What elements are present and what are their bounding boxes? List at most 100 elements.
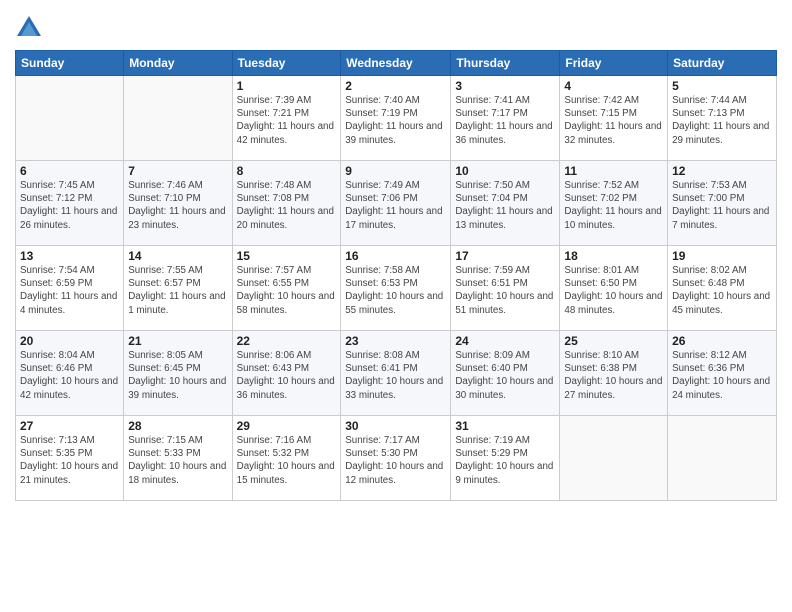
day-info: Sunrise: 8:08 AMSunset: 6:41 PMDaylight:…: [345, 349, 446, 402]
day-info: Sunrise: 8:10 AMSunset: 6:38 PMDaylight:…: [564, 349, 663, 402]
day-number: 14: [128, 249, 227, 263]
weekday-header-saturday: Saturday: [668, 51, 777, 76]
day-number: 23: [345, 334, 446, 348]
weekday-header-row: SundayMondayTuesdayWednesdayThursdayFrid…: [16, 51, 777, 76]
week-row-2: 6Sunrise: 7:45 AMSunset: 7:12 PMDaylight…: [16, 161, 777, 246]
calendar-cell: 13Sunrise: 7:54 AMSunset: 6:59 PMDayligh…: [16, 246, 124, 331]
day-info: Sunrise: 7:41 AMSunset: 7:17 PMDaylight:…: [455, 94, 555, 147]
week-row-3: 13Sunrise: 7:54 AMSunset: 6:59 PMDayligh…: [16, 246, 777, 331]
day-info: Sunrise: 7:57 AMSunset: 6:55 PMDaylight:…: [237, 264, 337, 317]
day-number: 9: [345, 164, 446, 178]
day-number: 11: [564, 164, 663, 178]
calendar-cell: 20Sunrise: 8:04 AMSunset: 6:46 PMDayligh…: [16, 331, 124, 416]
day-info: Sunrise: 7:45 AMSunset: 7:12 PMDaylight:…: [20, 179, 119, 232]
calendar-cell: 23Sunrise: 8:08 AMSunset: 6:41 PMDayligh…: [341, 331, 451, 416]
calendar-cell: 26Sunrise: 8:12 AMSunset: 6:36 PMDayligh…: [668, 331, 777, 416]
day-info: Sunrise: 7:48 AMSunset: 7:08 PMDaylight:…: [237, 179, 337, 232]
day-info: Sunrise: 7:42 AMSunset: 7:15 PMDaylight:…: [564, 94, 663, 147]
weekday-header-tuesday: Tuesday: [232, 51, 341, 76]
day-number: 3: [455, 79, 555, 93]
weekday-header-thursday: Thursday: [451, 51, 560, 76]
day-number: 24: [455, 334, 555, 348]
day-number: 18: [564, 249, 663, 263]
day-info: Sunrise: 7:49 AMSunset: 7:06 PMDaylight:…: [345, 179, 446, 232]
calendar-cell: [668, 416, 777, 501]
day-info: Sunrise: 8:09 AMSunset: 6:40 PMDaylight:…: [455, 349, 555, 402]
day-info: Sunrise: 7:39 AMSunset: 7:21 PMDaylight:…: [237, 94, 337, 147]
day-number: 2: [345, 79, 446, 93]
day-info: Sunrise: 7:55 AMSunset: 6:57 PMDaylight:…: [128, 264, 227, 317]
day-info: Sunrise: 7:13 AMSunset: 5:35 PMDaylight:…: [20, 434, 119, 487]
calendar-cell: 11Sunrise: 7:52 AMSunset: 7:02 PMDayligh…: [560, 161, 668, 246]
day-number: 5: [672, 79, 772, 93]
main-container: SundayMondayTuesdayWednesdayThursdayFrid…: [0, 0, 792, 511]
day-info: Sunrise: 7:40 AMSunset: 7:19 PMDaylight:…: [345, 94, 446, 147]
calendar-cell: 7Sunrise: 7:46 AMSunset: 7:10 PMDaylight…: [124, 161, 232, 246]
calendar-cell: 9Sunrise: 7:49 AMSunset: 7:06 PMDaylight…: [341, 161, 451, 246]
day-info: Sunrise: 7:53 AMSunset: 7:00 PMDaylight:…: [672, 179, 772, 232]
calendar-cell: 12Sunrise: 7:53 AMSunset: 7:00 PMDayligh…: [668, 161, 777, 246]
week-row-1: 1Sunrise: 7:39 AMSunset: 7:21 PMDaylight…: [16, 76, 777, 161]
calendar-table: SundayMondayTuesdayWednesdayThursdayFrid…: [15, 50, 777, 501]
calendar-cell: [16, 76, 124, 161]
day-info: Sunrise: 8:02 AMSunset: 6:48 PMDaylight:…: [672, 264, 772, 317]
calendar-cell: 14Sunrise: 7:55 AMSunset: 6:57 PMDayligh…: [124, 246, 232, 331]
day-info: Sunrise: 7:46 AMSunset: 7:10 PMDaylight:…: [128, 179, 227, 232]
day-info: Sunrise: 7:59 AMSunset: 6:51 PMDaylight:…: [455, 264, 555, 317]
header: [15, 10, 777, 42]
weekday-header-wednesday: Wednesday: [341, 51, 451, 76]
day-number: 15: [237, 249, 337, 263]
week-row-4: 20Sunrise: 8:04 AMSunset: 6:46 PMDayligh…: [16, 331, 777, 416]
day-number: 19: [672, 249, 772, 263]
calendar-cell: 25Sunrise: 8:10 AMSunset: 6:38 PMDayligh…: [560, 331, 668, 416]
day-info: Sunrise: 8:06 AMSunset: 6:43 PMDaylight:…: [237, 349, 337, 402]
day-number: 10: [455, 164, 555, 178]
calendar-cell: [124, 76, 232, 161]
day-info: Sunrise: 7:15 AMSunset: 5:33 PMDaylight:…: [128, 434, 227, 487]
day-info: Sunrise: 8:05 AMSunset: 6:45 PMDaylight:…: [128, 349, 227, 402]
day-number: 13: [20, 249, 119, 263]
day-info: Sunrise: 7:17 AMSunset: 5:30 PMDaylight:…: [345, 434, 446, 487]
day-info: Sunrise: 7:52 AMSunset: 7:02 PMDaylight:…: [564, 179, 663, 232]
calendar-cell: 16Sunrise: 7:58 AMSunset: 6:53 PMDayligh…: [341, 246, 451, 331]
day-info: Sunrise: 7:58 AMSunset: 6:53 PMDaylight:…: [345, 264, 446, 317]
calendar-cell: 2Sunrise: 7:40 AMSunset: 7:19 PMDaylight…: [341, 76, 451, 161]
calendar-cell: 19Sunrise: 8:02 AMSunset: 6:48 PMDayligh…: [668, 246, 777, 331]
day-info: Sunrise: 8:04 AMSunset: 6:46 PMDaylight:…: [20, 349, 119, 402]
day-number: 21: [128, 334, 227, 348]
calendar-cell: 17Sunrise: 7:59 AMSunset: 6:51 PMDayligh…: [451, 246, 560, 331]
day-number: 26: [672, 334, 772, 348]
calendar-cell: 28Sunrise: 7:15 AMSunset: 5:33 PMDayligh…: [124, 416, 232, 501]
day-number: 27: [20, 419, 119, 433]
day-info: Sunrise: 8:12 AMSunset: 6:36 PMDaylight:…: [672, 349, 772, 402]
day-number: 20: [20, 334, 119, 348]
day-number: 30: [345, 419, 446, 433]
day-info: Sunrise: 7:54 AMSunset: 6:59 PMDaylight:…: [20, 264, 119, 317]
day-number: 6: [20, 164, 119, 178]
calendar-cell: 5Sunrise: 7:44 AMSunset: 7:13 PMDaylight…: [668, 76, 777, 161]
calendar-cell: 4Sunrise: 7:42 AMSunset: 7:15 PMDaylight…: [560, 76, 668, 161]
day-info: Sunrise: 8:01 AMSunset: 6:50 PMDaylight:…: [564, 264, 663, 317]
calendar-cell: 10Sunrise: 7:50 AMSunset: 7:04 PMDayligh…: [451, 161, 560, 246]
calendar-cell: 6Sunrise: 7:45 AMSunset: 7:12 PMDaylight…: [16, 161, 124, 246]
calendar-cell: 22Sunrise: 8:06 AMSunset: 6:43 PMDayligh…: [232, 331, 341, 416]
calendar-cell: 31Sunrise: 7:19 AMSunset: 5:29 PMDayligh…: [451, 416, 560, 501]
calendar-cell: 15Sunrise: 7:57 AMSunset: 6:55 PMDayligh…: [232, 246, 341, 331]
calendar-cell: 27Sunrise: 7:13 AMSunset: 5:35 PMDayligh…: [16, 416, 124, 501]
day-info: Sunrise: 7:50 AMSunset: 7:04 PMDaylight:…: [455, 179, 555, 232]
day-number: 16: [345, 249, 446, 263]
weekday-header-friday: Friday: [560, 51, 668, 76]
logo-icon: [15, 14, 43, 42]
calendar-cell: 8Sunrise: 7:48 AMSunset: 7:08 PMDaylight…: [232, 161, 341, 246]
day-info: Sunrise: 7:44 AMSunset: 7:13 PMDaylight:…: [672, 94, 772, 147]
day-number: 7: [128, 164, 227, 178]
day-number: 28: [128, 419, 227, 433]
day-number: 25: [564, 334, 663, 348]
day-number: 22: [237, 334, 337, 348]
day-number: 31: [455, 419, 555, 433]
calendar-cell: 1Sunrise: 7:39 AMSunset: 7:21 PMDaylight…: [232, 76, 341, 161]
calendar-cell: 30Sunrise: 7:17 AMSunset: 5:30 PMDayligh…: [341, 416, 451, 501]
day-number: 8: [237, 164, 337, 178]
calendar-cell: 18Sunrise: 8:01 AMSunset: 6:50 PMDayligh…: [560, 246, 668, 331]
weekday-header-sunday: Sunday: [16, 51, 124, 76]
